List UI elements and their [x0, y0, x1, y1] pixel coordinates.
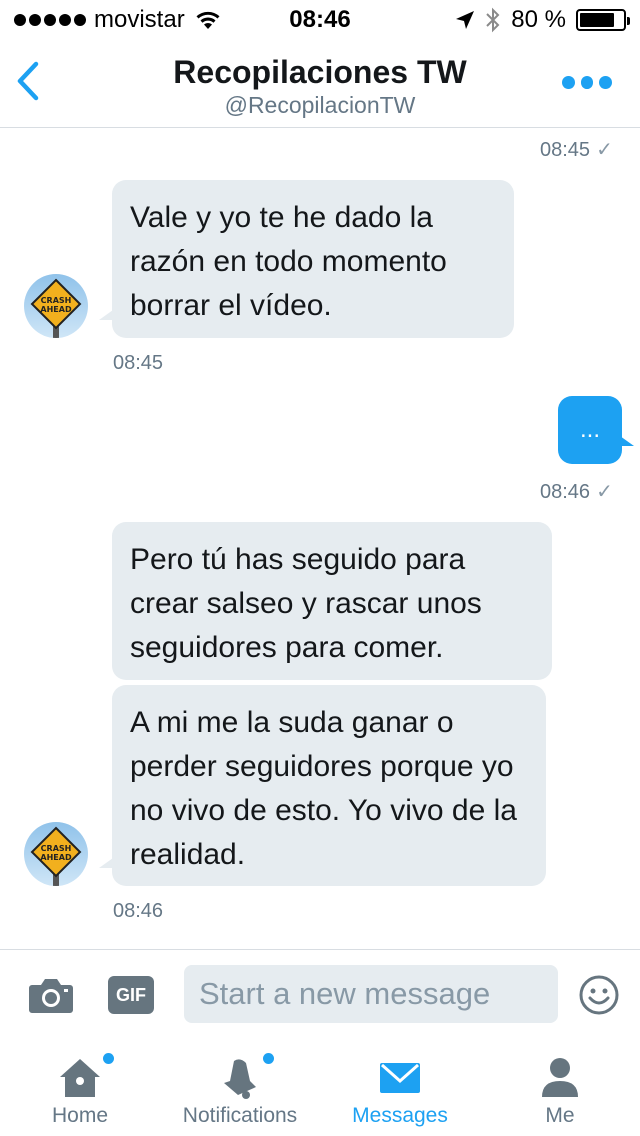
gif-button[interactable]: GIF: [108, 976, 154, 1014]
notifications-badge-dot: [263, 1053, 274, 1064]
battery-icon: [576, 9, 630, 31]
person-icon: [542, 1058, 578, 1097]
sender-avatar[interactable]: CRASH AHEAD: [24, 274, 88, 338]
tab-me-label: Me: [545, 1104, 575, 1127]
message-timestamp: 08:46: [113, 900, 164, 922]
home-icon: [60, 1059, 100, 1097]
emoji-icon[interactable]: [578, 974, 620, 1016]
tab-messages-label: Messages: [352, 1104, 448, 1127]
envelope-icon: [380, 1063, 420, 1093]
message-text: Vale y yo te he dado la razón en todo mo…: [130, 201, 447, 322]
outgoing-message-bubble[interactable]: ...: [558, 396, 622, 464]
conversation-header: Recopilaciones TW @RecopilacionTW: [0, 40, 640, 128]
message-text: A mi me la suda ganar o perder seguidore…: [130, 706, 517, 871]
tab-home-label: Home: [51, 1104, 109, 1127]
home-badge-dot: [103, 1053, 114, 1064]
bubble-tail: [620, 436, 634, 446]
message-composer: GIF: [0, 949, 640, 1041]
location-arrow-icon: [456, 11, 475, 29]
conversation-handle: @RecopilacionTW: [224, 92, 416, 118]
tab-messages[interactable]: Messages: [320, 1041, 480, 1136]
crash-ahead-sign-image: CRASH AHEAD: [30, 278, 82, 338]
bluetooth-icon: [486, 7, 500, 33]
incoming-message-bubble[interactable]: Pero tú has seguido para crear salseo y …: [112, 522, 552, 680]
message-timestamp: 08:46 ✓: [540, 481, 613, 503]
tab-notifications-label: Notifications: [182, 1104, 298, 1127]
camera-icon[interactable]: [28, 976, 74, 1014]
bell-icon: [224, 1059, 256, 1099]
bubble-tail: [99, 310, 113, 320]
tab-notifications[interactable]: Notifications: [160, 1041, 320, 1136]
sender-avatar[interactable]: CRASH AHEAD: [24, 822, 88, 886]
more-options-icon[interactable]: [562, 70, 613, 94]
svg-text:AHEAD: AHEAD: [40, 305, 72, 314]
incoming-message-bubble[interactable]: A mi me la suda ganar o perder seguidore…: [112, 685, 546, 886]
status-bar: movistar 08:46 80 %: [0, 0, 640, 40]
message-text: ...: [579, 416, 600, 443]
incoming-message-bubble[interactable]: Vale y yo te he dado la razón en todo mo…: [112, 180, 514, 338]
svg-text:AHEAD: AHEAD: [40, 853, 72, 862]
tab-home[interactable]: Home: [0, 1041, 160, 1136]
tab-me[interactable]: Me: [480, 1041, 640, 1136]
conversation-title: Recopilaciones TW: [173, 54, 467, 90]
message-thread[interactable]: 08:45 ✓ Vale y yo te he dado la razón en …: [0, 129, 640, 949]
message-timestamp: 08:45: [113, 352, 164, 374]
svg-text:CRASH: CRASH: [41, 296, 72, 305]
bubble-tail: [99, 858, 113, 868]
crash-ahead-sign-image: CRASH AHEAD: [30, 826, 82, 886]
message-timestamp: 08:45 ✓: [540, 139, 613, 161]
battery-percentage: 80 %: [511, 6, 566, 33]
sent-check-icon: ✓: [596, 139, 613, 161]
sent-check-icon: ✓: [596, 481, 613, 503]
message-text: Pero tú has seguido para crear salseo y …: [130, 543, 482, 664]
tab-bar: Home Notifications Messages Me: [0, 1041, 640, 1136]
message-input[interactable]: [184, 965, 558, 1023]
svg-text:CRASH: CRASH: [41, 844, 72, 853]
